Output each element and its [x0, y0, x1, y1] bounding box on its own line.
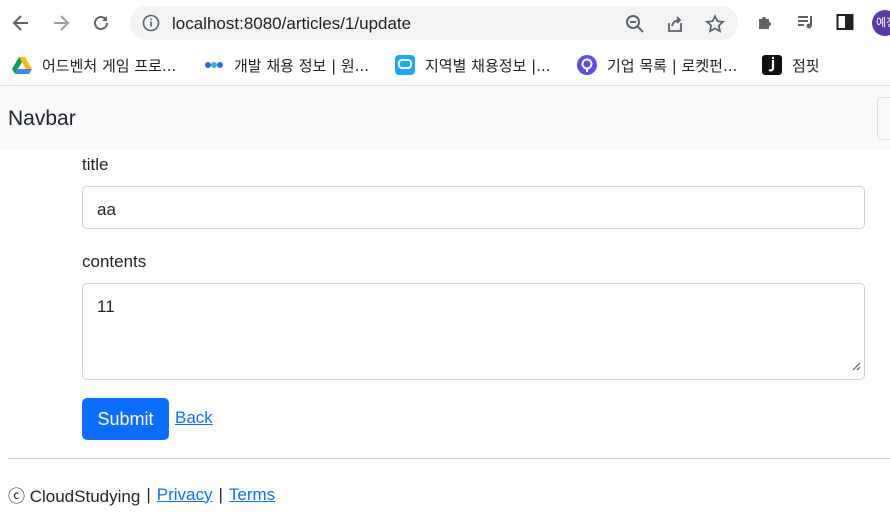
jumpit-icon — [762, 55, 782, 75]
browser-toolbar: localhost:8080/articles/1/update 예정 — [0, 0, 890, 46]
extensions-icon[interactable] — [754, 10, 778, 34]
navbar-toggler-button[interactable] — [877, 97, 890, 140]
profile-avatar[interactable]: 예정 — [872, 10, 890, 36]
bookmark-item[interactable]: 어드벤처 게임 프로... — [12, 54, 176, 76]
forward-arrow-icon[interactable] — [48, 10, 74, 36]
google-drive-icon — [12, 55, 32, 75]
title-input-value: aa — [97, 200, 116, 219]
site-info-icon[interactable] — [142, 14, 160, 37]
bookmarks-bar: 어드벤처 게임 프로... 개발 채용 정보 | 원... 지역별 채용정보 |… — [0, 46, 890, 86]
resize-handle-icon[interactable] — [851, 356, 861, 376]
bookmark-item[interactable]: 점핏 — [762, 54, 820, 76]
share-icon[interactable] — [664, 13, 686, 35]
bookmark-item[interactable]: 기업 목록 | 로켓펀... — [577, 54, 737, 76]
title-label: title — [82, 155, 109, 174]
contents-textarea[interactable]: 11 — [82, 283, 865, 380]
rocketpunch-icon — [577, 55, 597, 75]
reload-icon[interactable] — [88, 10, 114, 36]
footer-separator: | — [146, 484, 151, 504]
navbar-brand[interactable]: Navbar — [8, 107, 76, 131]
address-bar[interactable]: localhost:8080/articles/1/update — [130, 6, 738, 40]
copyright-text: ⓒ CloudStudying — [8, 487, 141, 506]
page-navbar: Navbar — [0, 87, 890, 150]
media-control-icon[interactable] — [794, 10, 818, 34]
contents-textarea-value: 11 — [97, 297, 115, 316]
footer-separator: | — [218, 484, 223, 504]
side-panel-icon[interactable] — [833, 10, 857, 34]
title-input[interactable]: aa — [82, 186, 865, 229]
footer: ⓒ CloudStudying | Privacy | Terms — [8, 482, 275, 507]
terms-link[interactable]: Terms — [229, 485, 275, 505]
back-link[interactable]: Back — [175, 408, 213, 428]
submit-button[interactable]: Submit — [82, 398, 169, 440]
bookmark-star-icon[interactable] — [704, 13, 726, 35]
saramin-icon — [395, 55, 415, 75]
bookmark-item[interactable]: 개발 채용 정보 | 원... — [204, 54, 369, 76]
contents-label: contents — [82, 252, 147, 271]
footer-divider — [8, 458, 890, 459]
wanted-icon — [204, 55, 224, 75]
back-arrow-icon[interactable] — [8, 10, 34, 36]
bookmark-item[interactable]: 지역별 채용정보 |... — [395, 54, 551, 76]
zoom-icon[interactable] — [624, 13, 646, 35]
url-text[interactable]: localhost:8080/articles/1/update — [172, 14, 411, 34]
privacy-link[interactable]: Privacy — [157, 485, 213, 505]
